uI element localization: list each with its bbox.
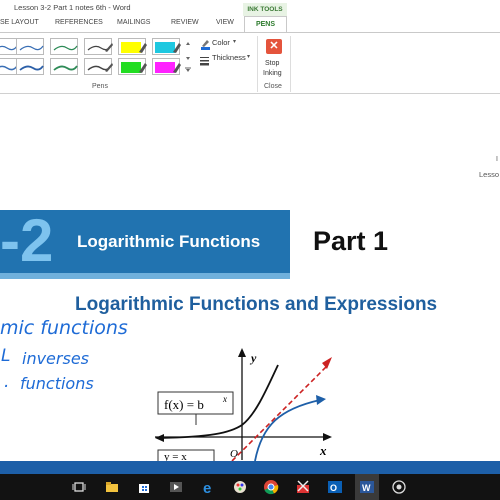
store-icon[interactable] (136, 479, 152, 495)
thickness-icon (199, 53, 210, 66)
stop-inking-label-2[interactable]: Inking (263, 70, 282, 77)
handwritten-note: mic functions (0, 317, 128, 339)
highlighter-swatch[interactable] (152, 38, 181, 55)
page-edge-text: Lesso (479, 170, 500, 179)
tab-mailings[interactable]: MAILINGS (117, 19, 150, 26)
identity-label: y = x (164, 451, 187, 461)
record-icon[interactable] (391, 479, 407, 495)
group-label-pens: Pens (92, 83, 108, 90)
document-page (0, 94, 500, 210)
chevron-down-icon: ▾ (247, 54, 251, 60)
color-icon (199, 37, 210, 50)
tab-references[interactable]: REFERENCES (55, 19, 103, 26)
tab-review[interactable]: REVIEW (171, 19, 199, 26)
pen-swatch[interactable] (84, 38, 113, 55)
function-label-exponent: x (222, 394, 227, 404)
tab-pens[interactable]: PENS (244, 16, 287, 32)
x-axis-arrow (323, 433, 332, 441)
function-label: f(x) = b (164, 397, 204, 412)
tab-page-layout[interactable]: SE LAYOUT (0, 19, 39, 26)
file-explorer-icon[interactable] (104, 479, 120, 495)
gallery-scroll[interactable] (184, 38, 192, 74)
section-heading: Logarithmic Functions and Expressions (75, 294, 438, 315)
svg-text:W: W (362, 483, 371, 493)
pen-swatch[interactable] (50, 58, 78, 75)
pen-swatch[interactable] (16, 58, 44, 75)
highlighter-swatch[interactable] (152, 58, 181, 75)
identity-line (231, 364, 329, 461)
pen-swatch[interactable] (50, 38, 78, 55)
y-axis-arrow (238, 348, 246, 357)
group-label-close: Close (264, 83, 282, 90)
task-view-icon[interactable] (71, 479, 87, 495)
curve-arrow (155, 434, 164, 442)
page-edge-letter: I (496, 156, 498, 163)
lesson-number: -2 (0, 207, 54, 274)
outlook-icon[interactable]: O (327, 479, 343, 495)
svg-text:O: O (330, 483, 337, 493)
thickness-button[interactable]: Thickness (212, 53, 246, 62)
taskbar-strip (0, 461, 500, 474)
origin-label: O (230, 448, 238, 460)
group-divider (257, 36, 258, 92)
highlighter-swatch[interactable] (118, 58, 147, 75)
tab-view[interactable]: VIEW (216, 19, 234, 26)
edge-icon[interactable]: e (200, 479, 216, 497)
close-icon[interactable]: ✕ (266, 39, 282, 54)
pen-swatch[interactable] (84, 58, 113, 75)
group-divider (290, 36, 291, 92)
word-icon[interactable]: W (359, 479, 375, 495)
x-axis-label: x (319, 443, 327, 458)
function-graph: y x O f(x) = b x y = x (155, 348, 332, 461)
handwritten-mark: . (4, 372, 10, 392)
svg-text:e: e (203, 480, 211, 495)
chrome-icon[interactable] (263, 479, 279, 495)
paint-icon[interactable] (232, 479, 248, 495)
snipping-tool-icon[interactable] (295, 479, 311, 495)
handwritten-note: functions (20, 374, 94, 393)
window-title: Lesson 3-2 Part 1 notes 6th - Word (14, 3, 131, 12)
part-label: Part 1 (313, 226, 389, 256)
chevron-down-icon: ▾ (233, 39, 237, 45)
handwritten-mark: L (1, 346, 11, 366)
log-curve (254, 399, 321, 461)
pen-swatch[interactable] (16, 38, 44, 55)
media-player-icon[interactable] (168, 479, 184, 495)
stop-inking-label-1[interactable]: Stop (265, 60, 279, 67)
highlighter-swatch[interactable] (118, 38, 147, 55)
identity-arrow (322, 357, 332, 369)
y-axis-label: y (249, 351, 257, 365)
log-curve-arrow (316, 395, 326, 405)
color-button[interactable]: Color (212, 38, 230, 47)
handwritten-note: inverses (22, 349, 89, 368)
lesson-title: Logarithmic Functions (77, 232, 261, 251)
ink-tools-context-label: INK TOOLS (243, 3, 287, 16)
